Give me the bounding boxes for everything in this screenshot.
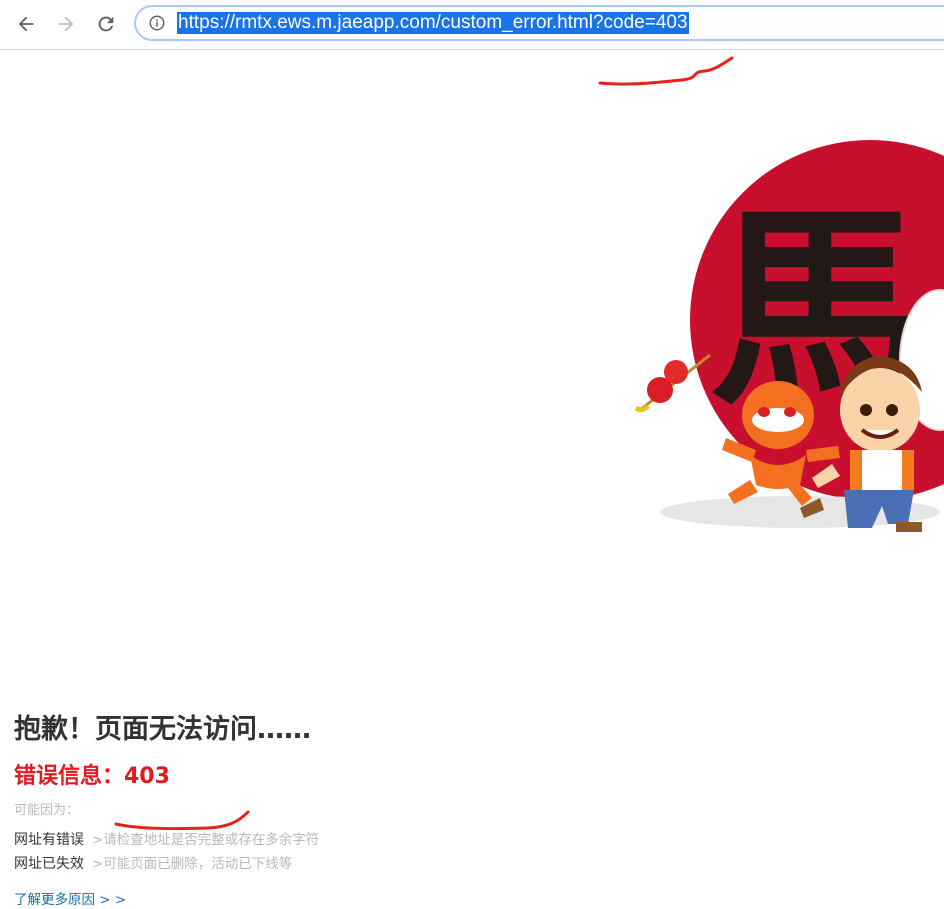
reason-row: 网址已失效 >可能页面已删除，活动已下线等 <box>14 854 292 874</box>
reload-button[interactable] <box>91 9 121 39</box>
address-bar[interactable]: https://rmtx.ews.m.jaeapp.com/custom_err… <box>134 5 944 41</box>
arrow-left-icon <box>18 16 34 32</box>
reasons-title: 可能因为： <box>14 803 80 818</box>
learn-more-link[interactable]: 了解更多原因 > > <box>14 891 126 909</box>
info-icon[interactable] <box>148 14 166 32</box>
reason-detail: >可能页面已删除，活动已下线等 <box>92 856 293 872</box>
reason-detail: >请检查地址是否完整或存在多余字符 <box>92 832 320 848</box>
error-illustration: 馬 <box>600 120 944 560</box>
forward-button[interactable] <box>51 9 81 39</box>
reason-row: 网址有错误 >请检查地址是否完整或存在多余字符 <box>14 830 319 850</box>
error-code-line: 错误信息：403 <box>14 764 170 789</box>
reload-icon <box>98 16 114 32</box>
red-annotation-stroke <box>598 56 734 86</box>
error-heading: 抱歉！页面无法访问…… <box>14 714 311 745</box>
reason-label: 网址有错误 <box>14 832 84 848</box>
back-button[interactable] <box>11 9 41 39</box>
url-text[interactable]: https://rmtx.ews.m.jaeapp.com/custom_err… <box>177 12 689 34</box>
reason-label: 网址已失效 <box>14 856 84 872</box>
browser-toolbar: https://rmtx.ews.m.jaeapp.com/custom_err… <box>0 0 944 50</box>
arrow-right-icon <box>58 16 74 32</box>
